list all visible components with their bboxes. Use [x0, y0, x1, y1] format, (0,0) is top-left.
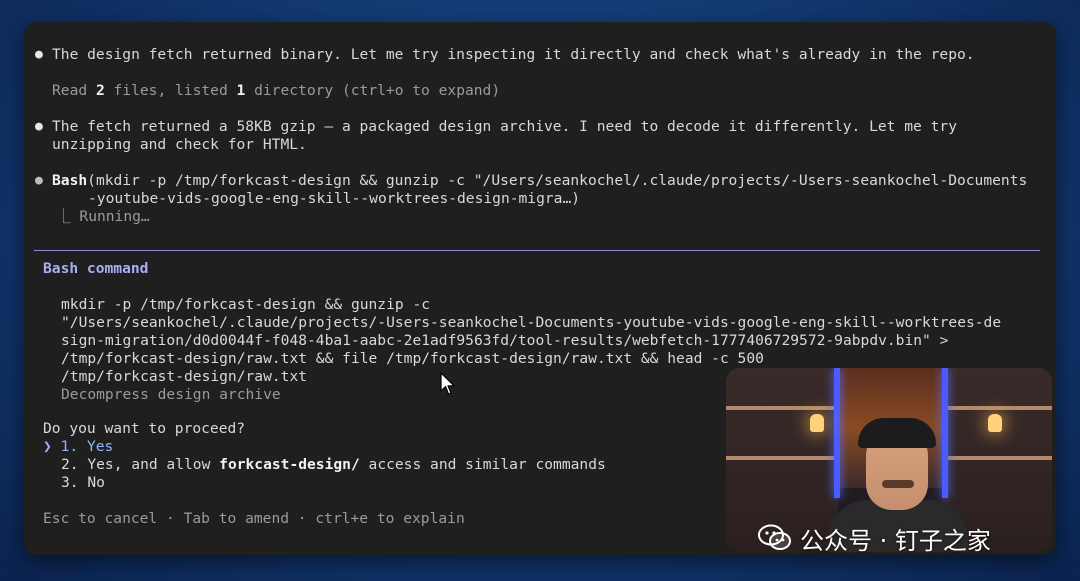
- running-status: Running…: [79, 208, 150, 225]
- option-yes-allow[interactable]: 2. Yes, and allow forkcast-design/ acces…: [61, 456, 606, 474]
- read-summary[interactable]: Read 2 files, listed 1 directory (ctrl+o…: [52, 82, 500, 100]
- assistant-message-1: The design fetch returned binary. Let me…: [52, 46, 975, 63]
- tool-call-line-2: -youtube-vids-google-eng-skill--worktree…: [88, 190, 581, 207]
- cap: [858, 418, 936, 448]
- tool-args-1: (mkdir -p /tmp/forkcast-design && gunzip…: [87, 172, 1028, 189]
- option-yes-label: 1. Yes: [60, 438, 114, 455]
- mouse-cursor-icon: [440, 372, 455, 395]
- shelf: [726, 456, 838, 460]
- shelf: [942, 456, 1052, 460]
- tree-branch-icon: ⎿: [56, 208, 71, 225]
- option-no[interactable]: 3. No: [61, 474, 105, 492]
- command-line: "/Users/seankochel/.claude/projects/-Use…: [61, 314, 1002, 331]
- read-middle: files, listed: [104, 82, 237, 99]
- assistant-message-2-line-1: The fetch returned a 58KB gzip — a packa…: [52, 118, 957, 135]
- read-prefix: Read: [52, 82, 96, 99]
- lamp: [810, 414, 824, 432]
- command-description: Decompress design archive: [61, 386, 281, 403]
- tool-call-line-1: Bash(mkdir -p /tmp/forkcast-design && gu…: [52, 172, 1027, 190]
- neon-light: [942, 368, 948, 498]
- mustache: [882, 480, 914, 488]
- read-files-count: 2: [95, 82, 105, 99]
- tool-bullet-icon: ●: [35, 173, 43, 188]
- command-line: mkdir -p /tmp/forkcast-design && gunzip …: [61, 296, 431, 313]
- option-allow-path: forkcast-design/: [219, 456, 360, 473]
- command-line: sign-migration/d0d0044f-f048-4ba1-aabc-2…: [61, 332, 949, 349]
- neon-light: [834, 368, 840, 498]
- shelf: [726, 406, 838, 410]
- read-suffix: directory (ctrl+o to expand): [245, 82, 501, 99]
- wechat-icon: [758, 524, 791, 550]
- tool-status: ⎿ Running…: [56, 208, 150, 226]
- shelf: [942, 406, 1052, 410]
- bullet-icon: ●: [35, 47, 43, 62]
- option-yes[interactable]: ❯ 1. Yes: [43, 438, 113, 456]
- command-line: /tmp/forkcast-design/raw.txt && file /tm…: [61, 350, 764, 367]
- proceed-question: Do you want to proceed?: [43, 420, 246, 437]
- read-dirs-count: 1: [236, 82, 246, 99]
- option-allow-suffix: access and similar commands: [359, 456, 606, 473]
- watermark-text: 公众号 · 钉子之家: [800, 526, 991, 555]
- assistant-message-2-line-2: unzipping and check for HTML.: [52, 136, 307, 153]
- prompt-title: Bash command: [43, 260, 149, 277]
- prompt-footer-hints: Esc to cancel · Tab to amend · ctrl+e to…: [43, 510, 465, 527]
- prompt-divider: [34, 250, 1040, 251]
- selector-chevron-icon: ❯: [43, 438, 52, 455]
- bullet-icon: ●: [35, 119, 43, 134]
- watermark: 公众号 · 钉子之家: [758, 522, 991, 555]
- option-allow-prefix: 2. Yes, and allow: [61, 456, 220, 473]
- tool-name: Bash: [52, 172, 88, 189]
- lamp: [988, 414, 1002, 432]
- command-line: /tmp/forkcast-design/raw.txt: [61, 368, 308, 385]
